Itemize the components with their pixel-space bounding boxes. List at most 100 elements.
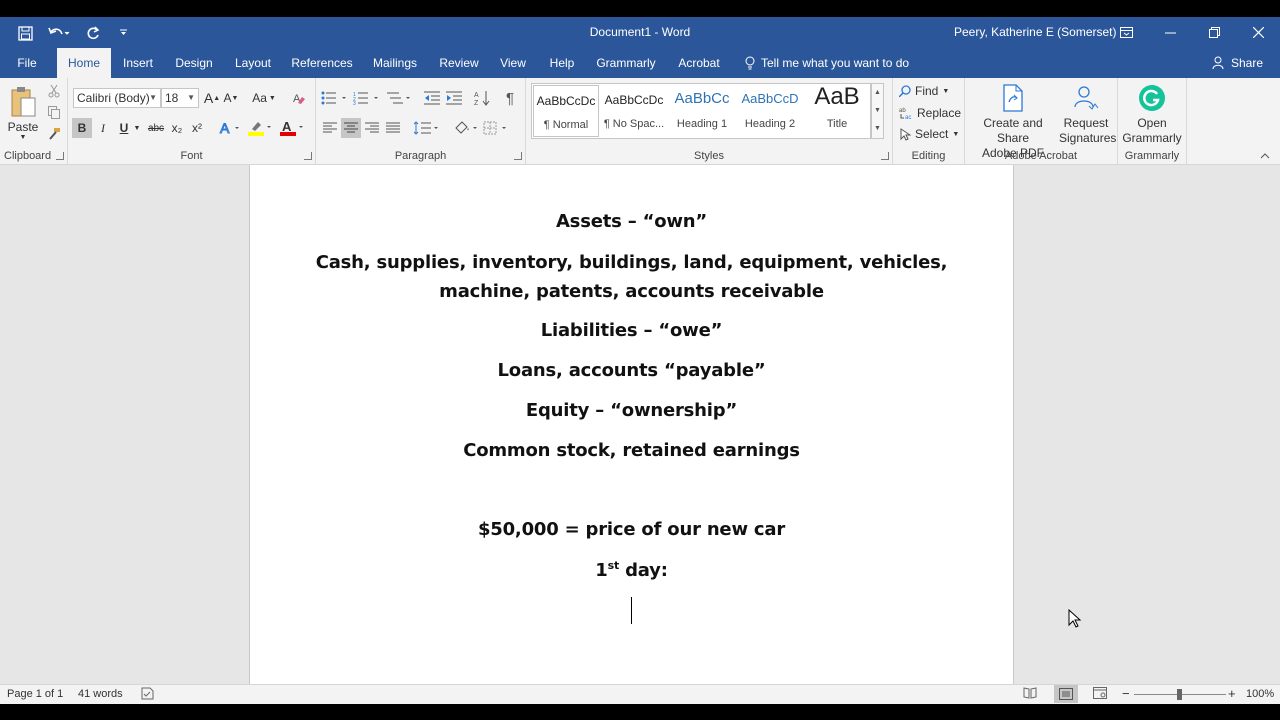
style-preview: AaBbCcDc	[604, 93, 664, 107]
tab-acrobat[interactable]: Acrobat	[671, 48, 727, 78]
zoom-in-button[interactable]: +	[1228, 686, 1236, 701]
restore-button[interactable]	[1192, 17, 1236, 48]
share-label: Share	[1231, 56, 1264, 70]
styles-scroll[interactable]: ▲ ▼ ▼	[871, 83, 884, 139]
cut-button[interactable]	[46, 82, 62, 100]
doc-line-liabilities-examples[interactable]: Loans, accounts “payable”	[250, 360, 1013, 381]
align-center-button[interactable]	[341, 118, 361, 138]
chevron-down-icon[interactable]: ▼	[872, 102, 883, 120]
font-group: Calibri (Body) ▼ 18 ▼ A ▲ A ▼ Aa ▼ A B I U ▼ …	[68, 78, 316, 164]
show-formatting-button[interactable]: ¶	[500, 88, 520, 108]
tab-help[interactable]: Help	[543, 48, 581, 78]
tab-design[interactable]: Design	[170, 48, 218, 78]
zoom-level[interactable]: 100%	[1246, 688, 1274, 700]
tell-me-search[interactable]: Tell me what you want to do	[745, 48, 909, 78]
doc-line-assets-examples-2[interactable]: machine, patents, accounts receivable	[250, 281, 1013, 302]
sort-button[interactable]: AZ	[472, 88, 492, 108]
format-painter-button[interactable]	[46, 124, 62, 142]
tab-review[interactable]: Review	[434, 48, 484, 78]
open-grammarly-button[interactable]: Open Grammarly	[1120, 84, 1184, 146]
font-launcher[interactable]	[304, 152, 312, 160]
doc-line-assets[interactable]: Assets – “own”	[250, 211, 1013, 232]
bold-button[interactable]: B	[72, 118, 92, 138]
line-spacing-button[interactable]	[412, 118, 440, 138]
page-count[interactable]: Page 1 of 1	[7, 688, 63, 700]
style-normal[interactable]: AaBbCcDc ¶ Normal	[533, 85, 599, 137]
highlight-button[interactable]	[246, 118, 274, 138]
collapse-ribbon-button[interactable]	[1258, 150, 1272, 162]
clipboard-launcher[interactable]	[56, 152, 64, 160]
ribbon-display-options-button[interactable]	[1104, 17, 1148, 48]
doc-line-liabilities[interactable]: Liabilities – “owe”	[250, 320, 1013, 341]
user-name[interactable]: Peery, Katherine E (Somerset)	[954, 25, 1117, 39]
doc-line-equity[interactable]: Equity – “ownership”	[250, 400, 1013, 421]
find-button[interactable]: Find ▼	[899, 82, 949, 100]
superscript-button[interactable]: x²	[188, 118, 206, 138]
numbering-button[interactable]: 123	[352, 88, 382, 108]
word-count[interactable]: 41 words	[78, 688, 123, 700]
style-title[interactable]: AaB Title	[804, 83, 870, 137]
chevron-up-icon[interactable]: ▲	[872, 84, 883, 102]
tab-view[interactable]: View	[494, 48, 532, 78]
read-mode-button[interactable]	[1023, 687, 1037, 702]
pdf-share-icon	[1003, 84, 1023, 112]
more-styles-icon[interactable]: ▼	[872, 120, 883, 138]
style-no-spacing[interactable]: AaBbCcDc ¶ No Spac...	[601, 85, 667, 137]
font-size-combo[interactable]: 18 ▼	[161, 88, 199, 108]
close-button[interactable]	[1236, 17, 1280, 48]
copy-button[interactable]	[46, 103, 62, 121]
tab-file[interactable]: File	[8, 48, 46, 78]
request-signatures-button[interactable]: Request Signatures	[1059, 84, 1116, 146]
clear-formatting-button[interactable]: A	[290, 88, 308, 108]
shading-button[interactable]	[452, 118, 480, 138]
tab-home[interactable]: Home	[57, 48, 111, 78]
tab-mailings[interactable]: Mailings	[366, 48, 424, 78]
tab-insert[interactable]: Insert	[117, 48, 159, 78]
tab-layout[interactable]: Layout	[229, 48, 277, 78]
web-layout-button[interactable]	[1093, 687, 1107, 702]
day-rest: day:	[619, 560, 668, 581]
paragraph-launcher[interactable]	[514, 152, 522, 160]
doc-line-equity-examples[interactable]: Common stock, retained earnings	[250, 440, 1013, 461]
print-layout-button[interactable]	[1054, 685, 1078, 703]
doc-line-first-day[interactable]: 1st day:	[250, 559, 1013, 581]
align-right-button[interactable]	[362, 118, 382, 138]
bullets-button[interactable]	[320, 88, 350, 108]
underline-dropdown[interactable]: ▼	[133, 118, 141, 138]
tab-grammarly[interactable]: Grammarly	[591, 48, 661, 78]
proofing-button[interactable]	[141, 687, 154, 703]
borders-button[interactable]	[482, 118, 510, 138]
font-name-combo[interactable]: Calibri (Body) ▼	[73, 88, 161, 108]
styles-launcher[interactable]	[881, 152, 889, 160]
share-button[interactable]: Share	[1212, 48, 1263, 78]
minimize-button[interactable]	[1148, 17, 1192, 48]
style-heading-2[interactable]: AaBbCcD Heading 2	[737, 85, 803, 137]
replace-button[interactable]: ab ac Replace	[899, 104, 961, 122]
day-suffix: st	[607, 559, 620, 572]
subscript-button[interactable]: x₂	[168, 118, 186, 138]
multilevel-list-button[interactable]	[384, 88, 414, 108]
change-case-button[interactable]: Aa ▼	[251, 88, 277, 108]
paste-button[interactable]: Paste ▼	[4, 82, 42, 144]
grow-font-button[interactable]: A ▲	[204, 88, 220, 108]
document-page[interactable]: Assets – “own” Cash, supplies, inventory…	[249, 165, 1014, 684]
increase-indent-button[interactable]	[444, 88, 464, 108]
font-size-value: 18	[165, 91, 179, 105]
select-button[interactable]: Select ▼	[899, 125, 959, 143]
mouse-pointer	[1068, 608, 1082, 632]
tab-references[interactable]: References	[288, 48, 356, 78]
decrease-indent-button[interactable]	[422, 88, 442, 108]
zoom-out-button[interactable]: −	[1122, 686, 1130, 701]
zoom-slider-thumb[interactable]	[1177, 689, 1182, 700]
text-effects-button[interactable]: A	[218, 118, 242, 138]
style-heading-1[interactable]: AaBbCc Heading 1	[669, 85, 735, 137]
justify-button[interactable]	[383, 118, 403, 138]
strikethrough-button[interactable]: abc	[145, 118, 167, 138]
italic-button[interactable]: I	[94, 118, 112, 138]
align-left-button[interactable]	[320, 118, 340, 138]
shrink-font-button[interactable]: A ▼	[223, 88, 239, 108]
doc-line-assets-examples-1[interactable]: Cash, supplies, inventory, buildings, la…	[250, 252, 1013, 273]
underline-button[interactable]: U	[115, 118, 133, 138]
doc-line-car-price[interactable]: $50,000 = price of our new car	[250, 519, 1013, 540]
font-color-button[interactable]: A	[278, 118, 306, 138]
